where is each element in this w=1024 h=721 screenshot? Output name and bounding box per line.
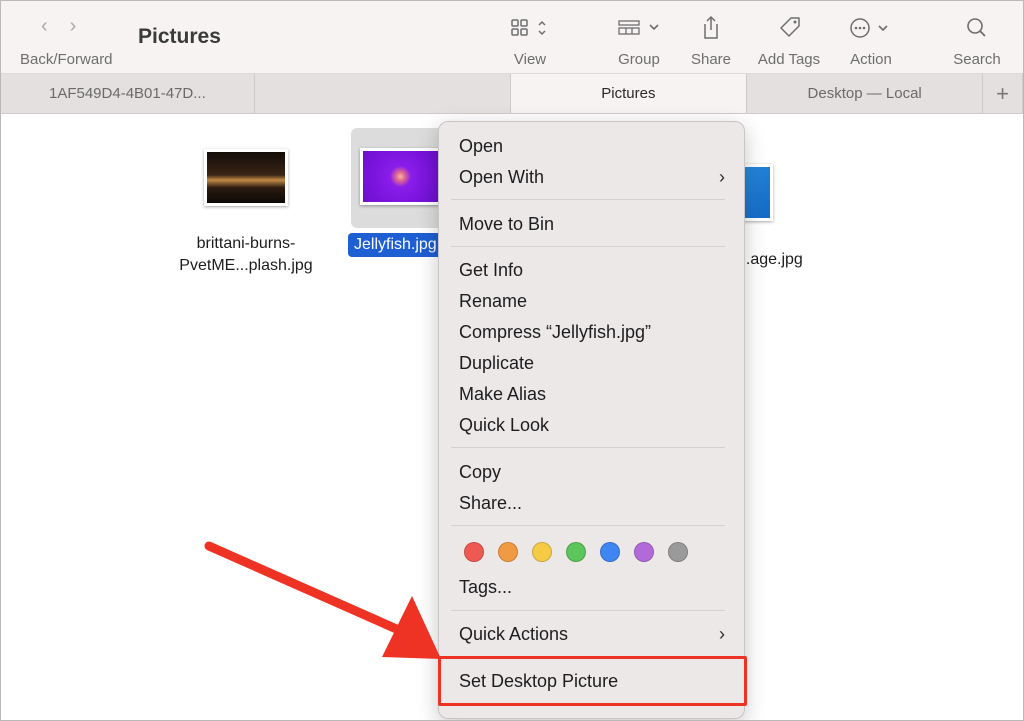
finder-window: ‹ › Back/Forward Pictures View Group Sha… bbox=[0, 0, 1024, 721]
annotation-arrow-icon bbox=[204, 541, 441, 659]
